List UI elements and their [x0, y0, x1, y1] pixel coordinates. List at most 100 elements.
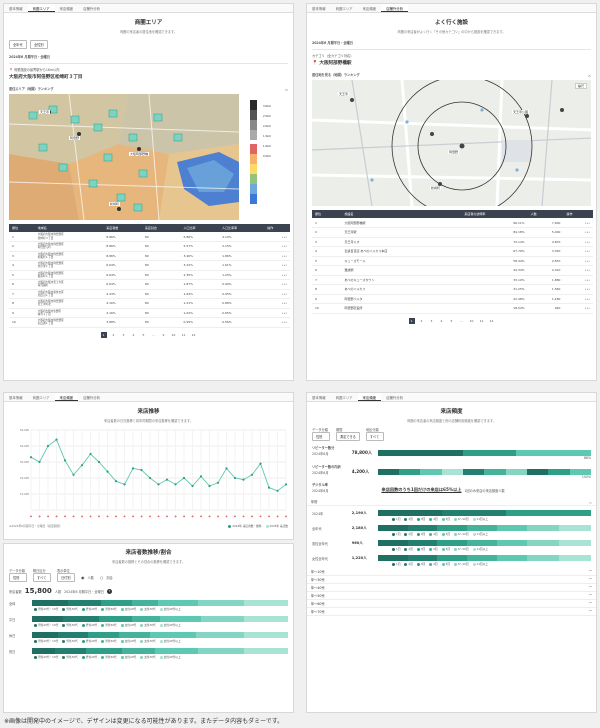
stacked-bar[interactable] [32, 632, 288, 638]
table-row[interactable]: 8 大阪府大阪市阿倍野区 天王寺町北 4.16% 80 1.21% 0.88% ••• [9, 298, 290, 309]
table-row[interactable]: 3 天王寺ミオ 72.14% 4,870 ••• [312, 237, 593, 247]
data-point[interactable] [106, 470, 109, 473]
stacked-bar[interactable] [377, 450, 591, 456]
bar-segment[interactable] [437, 525, 468, 531]
bar-segment[interactable] [516, 450, 591, 456]
tab-outside[interactable]: 店舗外分析 [381, 4, 409, 12]
data-point[interactable] [191, 484, 194, 488]
bar-segment[interactable] [462, 450, 517, 456]
bar-segment[interactable] [526, 469, 549, 475]
data-type-select[interactable]: 性別 [9, 573, 27, 582]
bar-segment[interactable] [88, 632, 120, 638]
tab-area[interactable]: 商圏エリア [28, 393, 55, 401]
period-select[interactable]: 測定できる [336, 432, 360, 441]
table-row[interactable]: 1 大阪府大阪市阿倍野区 松崎町３丁目 8.86% 80 5.86% 4.10% ••• [9, 232, 290, 242]
bar-segment[interactable] [98, 616, 132, 622]
more-icon[interactable]: ••• [264, 260, 290, 271]
more-icon[interactable]: ••• [563, 284, 593, 295]
collapse-row[interactable]: 年～70代 ﹀ [307, 608, 596, 616]
bar-segment[interactable] [244, 648, 288, 654]
bar-segment[interactable] [467, 555, 498, 561]
tab-basic[interactable]: 基本情報 [307, 4, 331, 12]
data-point[interactable] [267, 486, 271, 489]
stacked-bar[interactable] [32, 600, 288, 606]
tab-basic[interactable]: 基本情報 [4, 393, 28, 401]
bar-segment[interactable] [67, 600, 102, 606]
table-row[interactable]: 5 大阪府大阪市阿倍野区 阪南町１丁目 6.64% 80 2.35% 1.25% ••• [9, 270, 290, 280]
data-point[interactable] [242, 478, 245, 481]
bar-segment[interactable] [377, 510, 442, 516]
table-row[interactable]: 6 大阪府大阪市天王寺区 南河堀町 6.64% 80 1.87% 0.99% ••• [9, 279, 290, 290]
page-button[interactable]: 2 [419, 318, 425, 324]
bar-segment[interactable] [377, 450, 463, 456]
more-icon[interactable]: ••• [563, 303, 593, 314]
data-point[interactable] [157, 483, 160, 486]
bar-segment[interactable] [244, 616, 288, 622]
more-icon[interactable]: ••• [264, 241, 290, 252]
stacked-bar[interactable] [377, 555, 591, 561]
data-point[interactable] [89, 452, 92, 456]
page-button[interactable]: 5 [449, 318, 455, 324]
bar-segment[interactable] [62, 616, 99, 622]
bar-segment[interactable] [505, 469, 527, 475]
bar-segment[interactable] [198, 600, 245, 606]
tab-area[interactable]: 商圏エリア [27, 4, 55, 12]
data-point[interactable] [174, 483, 177, 486]
table-row[interactable]: 9 大阪府大阪市生野区 林寺１丁目 4.16% 80 1.02% 0.65% ••• [9, 308, 290, 318]
bar-segment[interactable] [377, 469, 399, 475]
more-icon[interactable]: ••• [264, 289, 290, 299]
table-row[interactable]: 2 天王寺駅 84.18% 5,400 ••• [312, 227, 593, 238]
more-icon[interactable]: ••• [563, 227, 593, 238]
data-point[interactable] [250, 473, 254, 476]
page-button[interactable]: 12 [191, 332, 197, 338]
tab-outside[interactable]: 店舗外分析 [78, 4, 105, 12]
data-point[interactable] [63, 459, 67, 462]
more-icon[interactable]: ••• [264, 308, 290, 318]
bar-segment[interactable] [244, 632, 288, 638]
data-point[interactable] [38, 460, 41, 464]
bar-segment[interactable] [407, 525, 438, 531]
bar-segment[interactable] [131, 600, 158, 606]
bar-segment[interactable] [149, 632, 196, 638]
bar-segment[interactable] [437, 555, 468, 561]
radio-ratio[interactable]: ○ [100, 575, 104, 580]
table-row[interactable]: 7 大阪府大阪市東住吉区 北田辺１丁目 4.43% 80 1.64% 0.95% ••• [9, 289, 290, 299]
stacked-bar[interactable] [377, 540, 591, 546]
bar-segment[interactable] [32, 632, 58, 638]
bar-segment[interactable] [441, 469, 463, 475]
tab-outside[interactable]: 店舗外分析 [381, 393, 408, 401]
page-button[interactable]: 12 [489, 318, 495, 324]
more-icon[interactable]: ••• [563, 265, 593, 276]
collapse-row[interactable]: 年～60代 ﹀ [307, 600, 596, 608]
tab-area[interactable]: 商圏エリア [331, 393, 358, 401]
bar-segment[interactable] [32, 600, 68, 606]
data-point[interactable] [165, 478, 169, 481]
tab-frequency[interactable]: 来店頻度 [358, 4, 382, 12]
data-point[interactable] [225, 467, 228, 470]
table-row[interactable]: 10 阿倍野区役所 18.54% 940 ••• [312, 303, 593, 314]
map-scale-control[interactable]: 縮尺 [574, 83, 587, 89]
bar-segment[interactable] [558, 540, 591, 546]
bar-segment[interactable] [398, 469, 421, 475]
bar-segment[interactable] [526, 540, 559, 546]
bar-segment[interactable] [157, 600, 199, 606]
data-point[interactable] [259, 462, 262, 465]
page-button[interactable]: 3 [121, 332, 127, 338]
table-row[interactable]: 5 キューズモール 58.44% 2,870 ••• [312, 256, 593, 266]
page-button[interactable]: 11 [181, 332, 187, 338]
data-point[interactable] [80, 464, 84, 467]
bar-segment[interactable] [57, 632, 89, 638]
data-point[interactable] [199, 475, 203, 478]
page-button[interactable]: 5 [141, 332, 147, 338]
more-icon[interactable]: ••• [264, 251, 290, 261]
data-point[interactable] [140, 468, 143, 472]
collapse-row[interactable]: 年～30代 ﹀ [307, 576, 596, 584]
bar-segment[interactable] [200, 616, 245, 622]
page-button[interactable]: … [151, 332, 157, 338]
bar-segment[interactable] [131, 616, 161, 622]
bar-segment[interactable] [407, 540, 438, 546]
page-button[interactable]: 1 [408, 317, 415, 324]
bar-segment[interactable] [526, 555, 559, 561]
bar-segment[interactable] [526, 525, 559, 531]
data-point[interactable] [29, 456, 33, 459]
